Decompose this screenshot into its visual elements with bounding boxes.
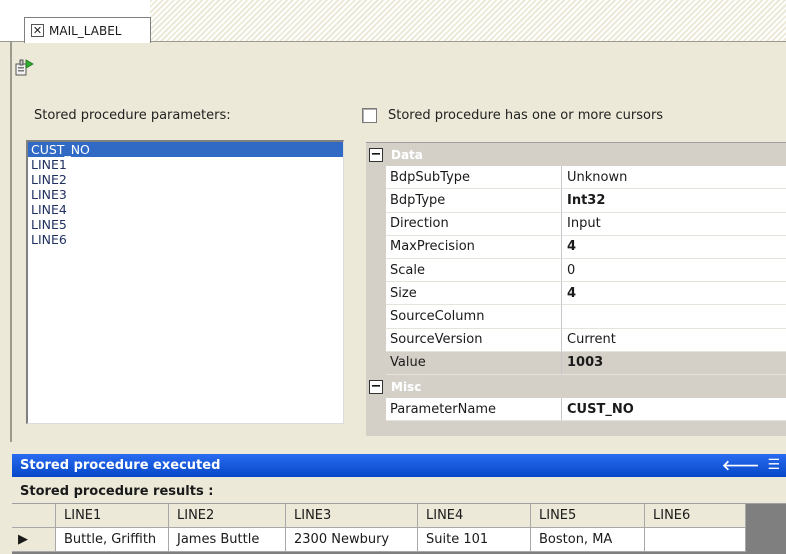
property-name[interactable]: Value — [386, 351, 562, 375]
property-name[interactable]: SourceColumn — [386, 305, 562, 329]
property-row[interactable]: SourceVersion Current — [366, 328, 786, 352]
results-column-header[interactable]: LINE2 — [169, 504, 286, 528]
collapse-icon[interactable]: − — [369, 147, 383, 162]
property-value[interactable]: 4 — [562, 282, 786, 306]
property-name[interactable]: BdpSubType — [386, 166, 562, 190]
results-label: Stored procedure results : — [12, 480, 786, 504]
property-value[interactable]: Unknown — [562, 166, 786, 190]
document-tab-strip: ✕ MAIL_LABEL — [0, 0, 786, 43]
property-gutter — [366, 212, 386, 236]
property-gutter — [366, 259, 386, 283]
cursors-checkbox[interactable] — [362, 108, 377, 123]
parameter-property-grid[interactable]: − Data BdpSubType Unknown BdpType Int32 Direct… — [366, 142, 786, 436]
execution-status-bar: Stored procedure executed 🡐 ☰ — [12, 454, 786, 477]
property-row[interactable]: SourceColumn — [366, 305, 786, 329]
property-value[interactable]: 1003 — [562, 351, 786, 375]
property-row[interactable]: MaxPrecision 4 — [366, 235, 786, 259]
property-row[interactable]: Value 1003 — [366, 351, 786, 375]
property-gutter — [366, 166, 386, 190]
results-column-header[interactable]: LINE1 — [56, 504, 169, 528]
property-category-data[interactable]: − Data — [366, 143, 786, 167]
property-category-label: Data — [391, 147, 423, 162]
property-name[interactable]: MaxPrecision — [386, 235, 562, 259]
results-cell[interactable]: Boston, MA — [531, 528, 645, 552]
property-gutter — [366, 328, 386, 352]
results-column-header[interactable]: LINE5 — [531, 504, 645, 528]
results-column-header[interactable]: LINE4 — [418, 504, 531, 528]
property-row[interactable]: Size 4 — [366, 282, 786, 306]
property-name[interactable]: BdpType — [386, 189, 562, 213]
parameter-list-item[interactable]: LINE3 — [28, 187, 343, 202]
tab-label: MAIL_LABEL — [49, 23, 122, 38]
property-value[interactable]: Current — [562, 328, 786, 352]
property-value[interactable]: Input — [562, 212, 786, 236]
results-cell[interactable]: James Buttle — [169, 528, 286, 552]
property-category-label: Misc — [391, 379, 422, 394]
results-label-text: Stored procedure results : — [20, 484, 214, 499]
property-row[interactable]: BdpSubType Unknown — [366, 166, 786, 190]
parameter-list-item[interactable]: LINE4 — [28, 202, 343, 217]
property-gutter — [366, 189, 386, 213]
panel-menu-icon[interactable]: ☰ — [767, 457, 780, 474]
execute-procedure-icon[interactable] — [14, 58, 36, 78]
property-gutter — [366, 282, 386, 306]
results-header-row: LINE1 LINE2 LINE3 LINE4 LINE5 LINE6 — [12, 504, 746, 528]
property-gutter — [366, 398, 386, 422]
property-value[interactable]: Int32 — [562, 189, 786, 213]
property-row[interactable]: BdpType Int32 — [366, 189, 786, 213]
property-name[interactable]: ParameterName — [386, 398, 562, 422]
parameter-list-item[interactable]: LINE5 — [28, 217, 343, 232]
property-gutter — [366, 235, 386, 259]
results-cell[interactable]: 2300 Newbury — [286, 528, 418, 552]
property-category-misc[interactable]: − Misc — [366, 375, 786, 399]
close-tab-icon[interactable]: ✕ — [31, 24, 44, 37]
results-cell[interactable]: Suite 101 — [418, 528, 531, 552]
collapse-icon[interactable]: − — [369, 379, 383, 394]
property-name[interactable]: Direction — [386, 212, 562, 236]
row-header-corner — [12, 504, 56, 528]
results-column-header[interactable]: LINE6 — [645, 504, 746, 528]
property-value[interactable]: CUST_NO — [562, 398, 786, 422]
parameter-list-item[interactable]: LINE2 — [28, 172, 343, 187]
left-border — [10, 42, 12, 442]
property-name[interactable]: Scale — [386, 259, 562, 283]
property-value[interactable]: 4 — [562, 235, 786, 259]
row-current-indicator: ▶ — [12, 528, 56, 552]
parameter-list-item[interactable]: LINE6 — [28, 232, 343, 247]
property-row[interactable]: Scale 0 — [366, 259, 786, 283]
property-value[interactable] — [562, 305, 786, 329]
results-column-header[interactable]: LINE3 — [286, 504, 418, 528]
property-gutter — [366, 305, 386, 329]
pin-arrow-icon[interactable]: 🡐 — [722, 457, 760, 474]
property-gutter — [366, 351, 386, 375]
results-table[interactable]: LINE1 LINE2 LINE3 LINE4 LINE5 LINE6 ▶ Buttle, G… — [12, 504, 786, 554]
property-value[interactable]: 0 — [562, 259, 786, 283]
results-cell[interactable]: Buttle, Griffith — [56, 528, 169, 552]
property-name[interactable]: SourceVersion — [386, 328, 562, 352]
results-cell[interactable] — [645, 528, 746, 552]
parameter-list-item[interactable]: CUST_NO — [28, 142, 343, 157]
property-row[interactable]: ParameterName CUST_NO — [366, 398, 786, 422]
tab-mail-label[interactable]: ✕ MAIL_LABEL — [24, 17, 151, 43]
parameter-list-item[interactable]: LINE1 — [28, 157, 343, 172]
property-name[interactable]: Size — [386, 282, 562, 306]
cursors-checkbox-label[interactable]: Stored procedure has one or more cursors — [388, 108, 663, 123]
execution-status-text: Stored procedure executed — [20, 458, 221, 473]
parameters-label: Stored procedure parameters: — [34, 108, 231, 123]
parameters-listbox[interactable]: CUST_NO LINE1 LINE2 LINE3 LINE4 LINE5 LINE6 — [26, 140, 344, 424]
property-row[interactable]: Direction Input — [366, 212, 786, 236]
tab-strip-background — [150, 0, 786, 42]
results-row[interactable]: ▶ Buttle, Griffith James Buttle 2300 Newbur… — [12, 528, 746, 552]
